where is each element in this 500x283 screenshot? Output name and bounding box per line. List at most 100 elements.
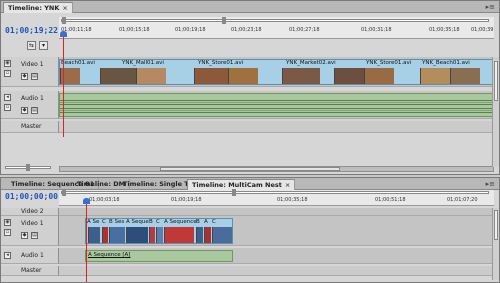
- timeline-panel-ynk: Timeline: YNK × ▸≡ 01;00;19;22 01;00;11;1…: [0, 0, 500, 175]
- audio-1-lane: [59, 91, 499, 119]
- multicam-clip-strip[interactable]: A Se C B Ses A Seque B C A Sequence B A …: [85, 218, 233, 244]
- keyframe-icon[interactable]: ◆: [21, 73, 28, 80]
- track-name-master: Master: [21, 123, 42, 130]
- master-lane: [59, 266, 499, 276]
- audio-1-lane: A Sequence [A]: [59, 248, 499, 264]
- clip-label: A: [204, 219, 208, 225]
- clip-thumbnail: [196, 227, 203, 243]
- master-track-header: Master: [1, 266, 59, 276]
- track-name-video-2: Video 2: [21, 208, 44, 215]
- clip-label: YNK_Store01.avi: [366, 60, 412, 66]
- zoom-slider[interactable]: [5, 164, 51, 171]
- clip-label: Beach01.avi: [61, 60, 95, 66]
- vertical-scroll-thumb[interactable]: [494, 210, 498, 240]
- time-ruler[interactable]: 01;00;03;18 01;00;19;18 01;00;35;18 01;0…: [59, 189, 494, 206]
- waveform-line: [60, 108, 493, 109]
- clip-thumbnail: [88, 227, 100, 243]
- video-1-lane: A Se C B Ses A Seque B C A Sequence B A …: [59, 216, 499, 246]
- keyframe-icon[interactable]: ◆: [21, 232, 28, 239]
- vertical-scrollbar[interactable]: [492, 57, 499, 167]
- clip-thumbnail: [109, 227, 125, 243]
- clip-thumbnail: [100, 68, 136, 84]
- zoom-handle-right[interactable]: [222, 17, 226, 24]
- audio-waveform-clip[interactable]: [59, 93, 494, 117]
- horizontal-scroll-thumb[interactable]: [160, 167, 340, 171]
- close-icon[interactable]: ×: [62, 4, 67, 12]
- clip-thumbnail: [450, 68, 480, 84]
- display-style-icon[interactable]: ▤: [31, 107, 38, 114]
- audio-clip-label: A Sequence [A]: [88, 252, 131, 258]
- audio-clip[interactable]: A Sequence [A]: [85, 250, 233, 262]
- clip-thumbnail: [194, 68, 228, 84]
- horizontal-scrollbar[interactable]: [59, 166, 494, 172]
- viewing-area-bar[interactable]: [61, 17, 489, 24]
- keyframe-icon[interactable]: ◆: [21, 107, 28, 114]
- speaker-icon[interactable]: ◂: [4, 252, 11, 259]
- clip-label: YNK_Beach01.avi: [422, 60, 470, 66]
- ruler-label: 01;00;35;18: [277, 197, 308, 203]
- eye-icon[interactable]: ◉: [4, 60, 11, 67]
- waveform-line: [60, 104, 493, 105]
- clip-thumbnail: [204, 227, 211, 243]
- tab-label: Timeline: DM: [77, 180, 126, 188]
- current-timecode[interactable]: 01;00;00;00: [5, 192, 58, 201]
- current-timecode[interactable]: 01;00;19;22: [5, 26, 58, 35]
- zoom-handle-left[interactable]: [62, 17, 66, 24]
- zoom-handle-left[interactable]: [62, 189, 66, 196]
- playhead-line[interactable]: [63, 37, 64, 137]
- panel-menu-icon[interactable]: ▸≡: [486, 180, 495, 188]
- tab-label: Timeline: YNK: [8, 4, 60, 12]
- clip-thumbnail: [212, 227, 232, 243]
- tab-label: Timeline: MultiCam Nest: [192, 181, 282, 189]
- ruler-label: 01;00;03;18: [89, 197, 120, 203]
- panel-menu-icon[interactable]: ▸≡: [486, 3, 495, 11]
- video-clips-strip[interactable]: Beach01.avi YNK_Mall01.avi YNK_Store01.a…: [59, 59, 494, 85]
- ruler-label: 01;00;51;18: [375, 197, 406, 203]
- close-icon[interactable]: ×: [285, 181, 290, 189]
- waveform-line: [60, 112, 493, 113]
- clip-label: A Sequence: [164, 219, 197, 225]
- lock-icon[interactable]: ▫: [4, 104, 11, 111]
- track-name-master: Master: [21, 267, 42, 274]
- tab-timeline-ynk[interactable]: Timeline: YNK ×: [3, 2, 73, 13]
- clip-label: C: [212, 219, 216, 225]
- display-style-icon[interactable]: ▤: [31, 232, 38, 239]
- video-1-lane: Beach01.avi YNK_Mall01.avi YNK_Store01.a…: [59, 57, 499, 87]
- display-style-icon[interactable]: ▤: [31, 73, 38, 80]
- snap-button[interactable]: ⇆: [27, 41, 36, 50]
- clip-thumbnail: [282, 68, 320, 84]
- speaker-icon[interactable]: ◂: [4, 94, 11, 101]
- video-1-track-header: ◉ ▫ Video 1 ◆ ▤: [1, 216, 59, 246]
- clip-thumbnail: [102, 227, 108, 243]
- marker-button[interactable]: ▾: [39, 41, 48, 50]
- waveform-line: [60, 102, 493, 103]
- ruler-label: 01;00;23;18: [231, 27, 262, 33]
- track-name-audio-1: Audio 1: [21, 252, 44, 259]
- clip-label: YNK_Market02.avi: [286, 60, 336, 66]
- ruler-label: 01;00;27;18: [289, 27, 320, 33]
- tab-multicam-nest[interactable]: Timeline: MultiCam Nest ×: [187, 179, 296, 190]
- zoom-handle-right[interactable]: [232, 189, 236, 196]
- eye-icon[interactable]: ◉: [4, 219, 11, 226]
- time-ruler[interactable]: 01;00;11;18 01;00;15;18 01;00;19;18 01;0…: [59, 17, 494, 39]
- clip-label: B Ses: [109, 219, 125, 225]
- vertical-scroll-thumb[interactable]: [494, 61, 498, 101]
- clip-thumbnail: [156, 227, 163, 243]
- ruler-label: 01;01;07;20: [447, 197, 478, 203]
- clip-thumbnail: [136, 68, 166, 84]
- clip-label: C: [102, 219, 106, 225]
- viewing-area-bar[interactable]: [61, 189, 489, 196]
- clip-label: A Seque: [126, 219, 149, 225]
- clip-thumbnail: [364, 68, 394, 84]
- clip-label: B: [149, 219, 153, 225]
- video-2-track-header: Video 2: [1, 208, 59, 216]
- zoom-slider-knob[interactable]: [26, 164, 30, 171]
- lock-icon[interactable]: ▫: [4, 70, 11, 77]
- playhead-line[interactable]: [86, 204, 87, 282]
- clip-thumbnail: [126, 227, 148, 243]
- lock-icon[interactable]: ▫: [4, 229, 11, 236]
- vertical-scrollbar[interactable]: [492, 208, 499, 280]
- clip-thumbnail: [420, 68, 450, 84]
- clip-label: YNK_Store01.avi: [198, 60, 244, 66]
- waveform-line: [60, 110, 493, 111]
